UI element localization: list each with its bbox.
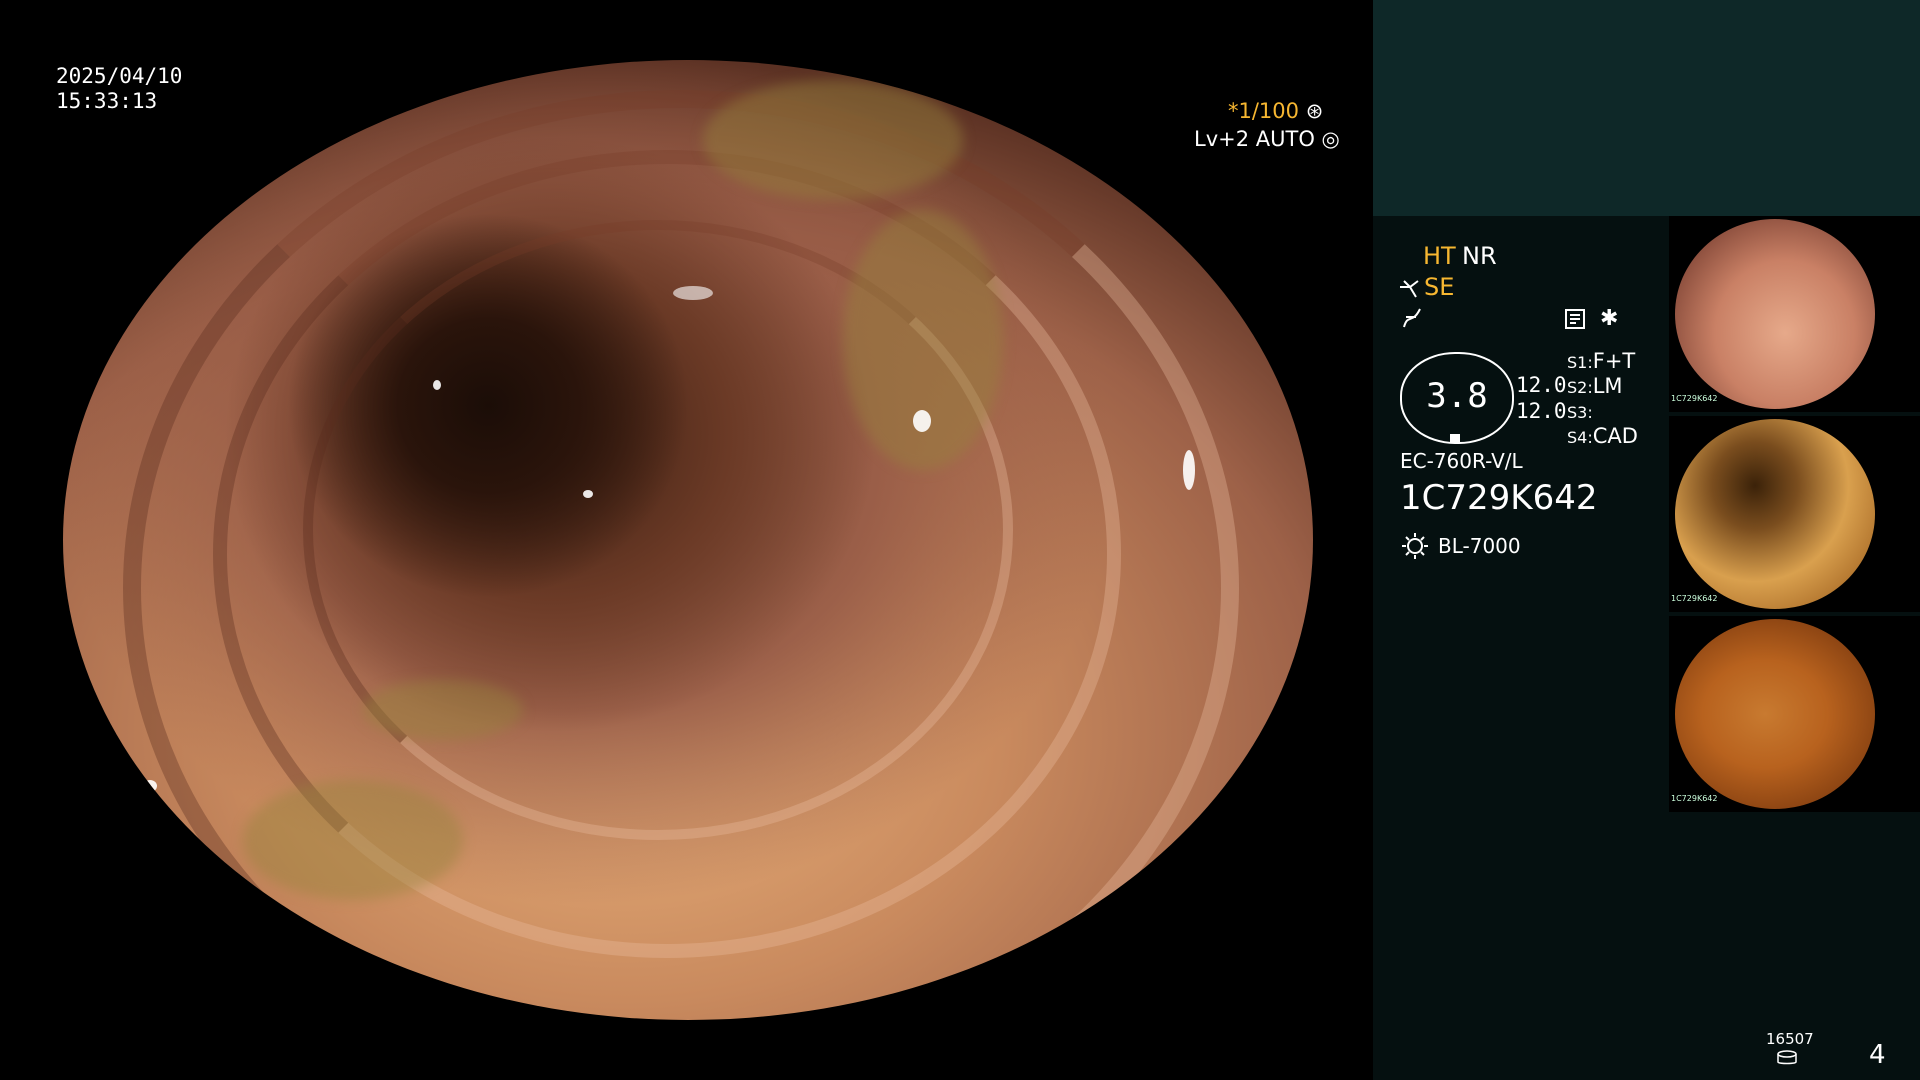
aperture-icon: ⊛: [1305, 99, 1324, 123]
endoscope-view: [63, 60, 1313, 1020]
residue-patch: [363, 680, 523, 740]
record-icon: [1565, 309, 1585, 329]
light-reflection: [143, 780, 157, 792]
s3-setting: S3:: [1567, 398, 1593, 426]
light-reflection: [1183, 450, 1195, 490]
light-reflection: [433, 380, 441, 390]
s1-value: F+T: [1592, 349, 1636, 373]
s2-label: S2:: [1567, 378, 1593, 397]
thumbnail-image: [1675, 619, 1875, 809]
time-text: 15:33:13: [56, 89, 158, 113]
ht-label: HT: [1423, 242, 1456, 270]
thumbnail-2[interactable]: 1C729K642: [1669, 416, 1920, 612]
s1-label: S1:: [1567, 353, 1593, 372]
s1-setting: S1:F+T: [1567, 348, 1635, 376]
shutter-readout: *1/100 ⊛: [1228, 98, 1323, 124]
scope-gauge: 3.8: [1400, 352, 1514, 444]
scope-serial: 1C729K642: [1400, 478, 1598, 518]
side-value-2: 12.0: [1516, 399, 1567, 423]
side-value-1: 12.0: [1516, 373, 1567, 397]
residue-patch: [703, 80, 963, 200]
date-text: 2025/04/10: [56, 64, 183, 88]
s3-label: S3:: [1567, 403, 1593, 422]
level-readout: Lv+2 AUTO ◎: [1194, 126, 1340, 152]
light-reflection: [673, 286, 713, 300]
thumbnail-image: [1675, 219, 1875, 409]
shutter-value: *1/100: [1228, 99, 1300, 123]
frame-counter: 16507: [1766, 1030, 1814, 1048]
thumbnail-serial: 1C729K642: [1671, 794, 1718, 803]
s4-value: CAD: [1592, 424, 1638, 448]
thumbnail-serial: 1C729K642: [1671, 394, 1718, 403]
thumbnail-3[interactable]: 1C729K642: [1669, 616, 1920, 812]
light-source-icon: [1402, 533, 1428, 559]
thumbnail-1[interactable]: 1C729K642: [1669, 216, 1920, 412]
s2-value: LM: [1592, 374, 1623, 398]
iris-icon: ◎: [1321, 127, 1340, 151]
s4-label: S4:: [1567, 428, 1593, 447]
disk-icon: [1777, 1050, 1797, 1065]
se-label: SE: [1424, 273, 1455, 301]
residue-patch: [243, 780, 463, 900]
thumbnail-image: [1675, 419, 1875, 609]
video-area: 2025/04/10 15:33:13 *1/100 ⊛ Lv+2 AUTO ◎: [0, 0, 1373, 1080]
level-mode: Lv+2 AUTO: [1194, 127, 1315, 151]
light-source: BL-7000: [1438, 534, 1521, 558]
s4-setting: S4:CAD: [1567, 423, 1638, 451]
scope-value: 3.8: [1426, 376, 1488, 416]
light-reflection: [913, 410, 931, 432]
scope-angle-icon: [1400, 280, 1419, 298]
thumbnail-serial: 1C729K642: [1671, 594, 1718, 603]
image-count: 4: [1869, 1040, 1886, 1070]
panel-header-area: [1373, 0, 1920, 216]
scope-model: EC-760R-V/L: [1400, 449, 1523, 473]
gauge-marker: [1450, 434, 1460, 442]
asterisk-icon: ✱: [1600, 306, 1619, 331]
nr-label: NR: [1462, 242, 1497, 270]
s2-setting: S2:LM: [1567, 373, 1623, 401]
light-reflection: [583, 490, 593, 498]
curve-icon: [1403, 308, 1421, 328]
